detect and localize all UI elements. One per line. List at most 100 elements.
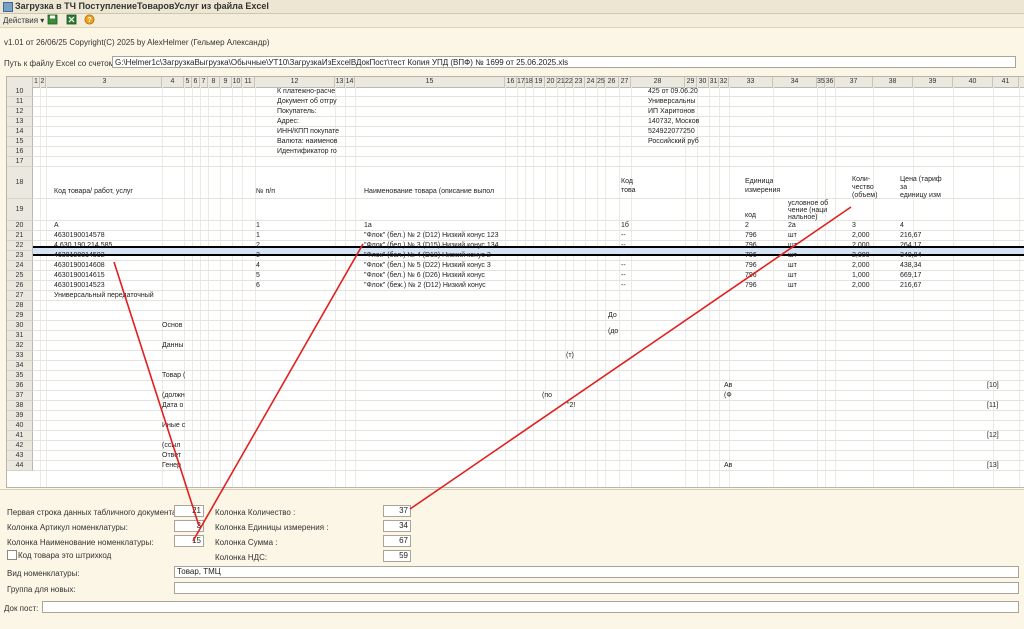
- cell-num: 6: [256, 282, 260, 289]
- path-label: Путь к файлу Excel со счетом:: [4, 59, 117, 68]
- column-header: 36: [825, 77, 835, 87]
- row20-unit-name: 2а: [788, 222, 796, 229]
- row27-text: Универсальный передаточный: [54, 292, 154, 299]
- version-text: v1.01 от 26/06/25 Copyright(C) 2025 by A…: [4, 38, 270, 47]
- vat-col-label: Колонка НДС:: [215, 553, 268, 562]
- header-info-label: Адрес:: [277, 118, 299, 125]
- row-header: 34: [7, 361, 33, 371]
- column-header: 24: [585, 77, 597, 87]
- cell-price: 438,34: [900, 262, 922, 269]
- column-header: 13: [335, 77, 345, 87]
- row-header: 37: [7, 391, 33, 401]
- article-col-input[interactable]: 3: [174, 520, 204, 532]
- table-header-kod: Код: [621, 178, 633, 185]
- row-header: 12: [7, 107, 33, 117]
- header-info-value: 425 от 09.06.20: [648, 88, 698, 95]
- cell-unit-code: 796: [745, 282, 757, 289]
- name-col-input[interactable]: 15: [174, 535, 204, 547]
- unit-col-input[interactable]: 34: [383, 520, 411, 532]
- row-header: 24: [7, 261, 33, 271]
- cell-qty: 2,000: [852, 252, 870, 259]
- row-header: 39: [7, 411, 33, 421]
- excel-path-input[interactable]: G:\Helmer1c\ЗагрузкаВыгрузка\Обычные\УТ1…: [112, 56, 1016, 68]
- cell-code: 4630190014608: [54, 262, 105, 269]
- table-header-code: Код товара/ работ, услуг: [54, 188, 133, 195]
- cell-unit: шт: [788, 262, 797, 269]
- row-header: 44: [7, 461, 33, 471]
- row20-qty: 3: [852, 222, 856, 229]
- row-header: 22: [7, 241, 33, 251]
- misc-cell: До: [608, 312, 617, 319]
- cell-kod: --: [621, 232, 626, 239]
- header-info-label: Покупатель:: [277, 108, 317, 115]
- row-header: 32: [7, 341, 33, 351]
- help-icon[interactable]: ?: [84, 14, 95, 25]
- cell-name: "Флок" (бел.) № 5 (D22) Низкий конус 3: [364, 262, 491, 269]
- misc-cell: (т): [566, 352, 574, 359]
- sum-col-label: Колонка Сумма :: [215, 538, 278, 547]
- row-header: 15: [7, 137, 33, 147]
- load-excel-icon[interactable]: [66, 14, 77, 25]
- cell-unit: шт: [788, 242, 797, 249]
- cell-qty: 2,000: [852, 232, 870, 239]
- misc-cell: Основ: [162, 322, 183, 329]
- nom-type-input[interactable]: Товар, ТМЦ: [174, 566, 1019, 578]
- row-header: 33: [7, 351, 33, 361]
- cell-kod: --: [621, 282, 626, 289]
- row-header: 25: [7, 271, 33, 281]
- save-icon[interactable]: [47, 14, 58, 25]
- column-header: 28: [631, 77, 685, 87]
- table-header-name: Наименование товара (описание выпол: [364, 188, 495, 195]
- misc-cell: (по: [542, 392, 553, 399]
- cell-unit-code: 796: [745, 252, 757, 259]
- row-header: 10: [7, 87, 33, 97]
- doc-input[interactable]: [42, 601, 1019, 613]
- row-header: 14: [7, 127, 33, 137]
- menu-bar: Действия ▾: [0, 14, 1024, 28]
- row-header: 38: [7, 401, 33, 411]
- unit-col-label: Колонка Единицы измерения :: [215, 523, 329, 532]
- row-header: 29: [7, 311, 33, 321]
- misc-cell: [12]: [987, 432, 999, 439]
- cell-kod: --: [621, 252, 626, 259]
- first-row-input[interactable]: 21: [174, 505, 204, 517]
- qty-col-input[interactable]: 37: [383, 505, 411, 517]
- column-header: 8: [208, 77, 220, 87]
- misc-cell: Данны: [162, 342, 184, 349]
- window-title: Загрузка в ТЧ ПоступлениеТоваровУслуг из…: [15, 1, 269, 11]
- cell-kod: --: [621, 262, 626, 269]
- cell-unit: шт: [788, 252, 797, 259]
- spreadsheet-grid[interactable]: 1 2 3 4 5 6 7 8 9 10 11 12 13 14 15 16 17 18 19 20 21 22 23 24 2…: [6, 76, 1024, 488]
- barcode-checkbox[interactable]: [7, 550, 17, 560]
- column-header: 19: [533, 77, 545, 87]
- column-header: 20: [545, 77, 557, 87]
- header-info-label: Валюта: наименов: [277, 138, 338, 145]
- header-info-label: К платежно-расче: [277, 88, 336, 95]
- nom-type-label: Вид номенклатуры:: [7, 569, 80, 578]
- cell-unit: шт: [788, 282, 797, 289]
- column-header: 26: [605, 77, 619, 87]
- column-header: 32: [719, 77, 729, 87]
- misc-cell: Товар (: [162, 372, 186, 379]
- cell-name: "Флок" (бел.) № 4 (D18) Низкий конус 2: [364, 252, 491, 259]
- cell-price: 216,67: [900, 282, 922, 289]
- column-header: 25: [597, 77, 605, 87]
- column-header: 30: [697, 77, 709, 87]
- row20-code: А: [54, 222, 59, 229]
- misc-cell: (до: [608, 328, 619, 335]
- cell-code: 4630190014592: [54, 252, 105, 259]
- vat-col-input[interactable]: 59: [383, 550, 411, 562]
- header-info-value: ИП Харитонов: [648, 108, 695, 115]
- cell-unit: шт: [788, 232, 797, 239]
- cell-qty: 2,000: [852, 242, 870, 249]
- actions-menu[interactable]: Действия ▾: [3, 16, 44, 25]
- misc-cell: (Ф: [724, 392, 732, 399]
- row-header: 31: [7, 331, 33, 341]
- misc-cell: Ав: [724, 462, 733, 469]
- group-input[interactable]: [174, 582, 1019, 594]
- row-header: 19: [7, 199, 33, 221]
- row20-unit-code: 2: [745, 222, 749, 229]
- column-header: 12: [255, 77, 335, 87]
- row-header: 21: [7, 231, 33, 241]
- sum-col-input[interactable]: 67: [383, 535, 411, 547]
